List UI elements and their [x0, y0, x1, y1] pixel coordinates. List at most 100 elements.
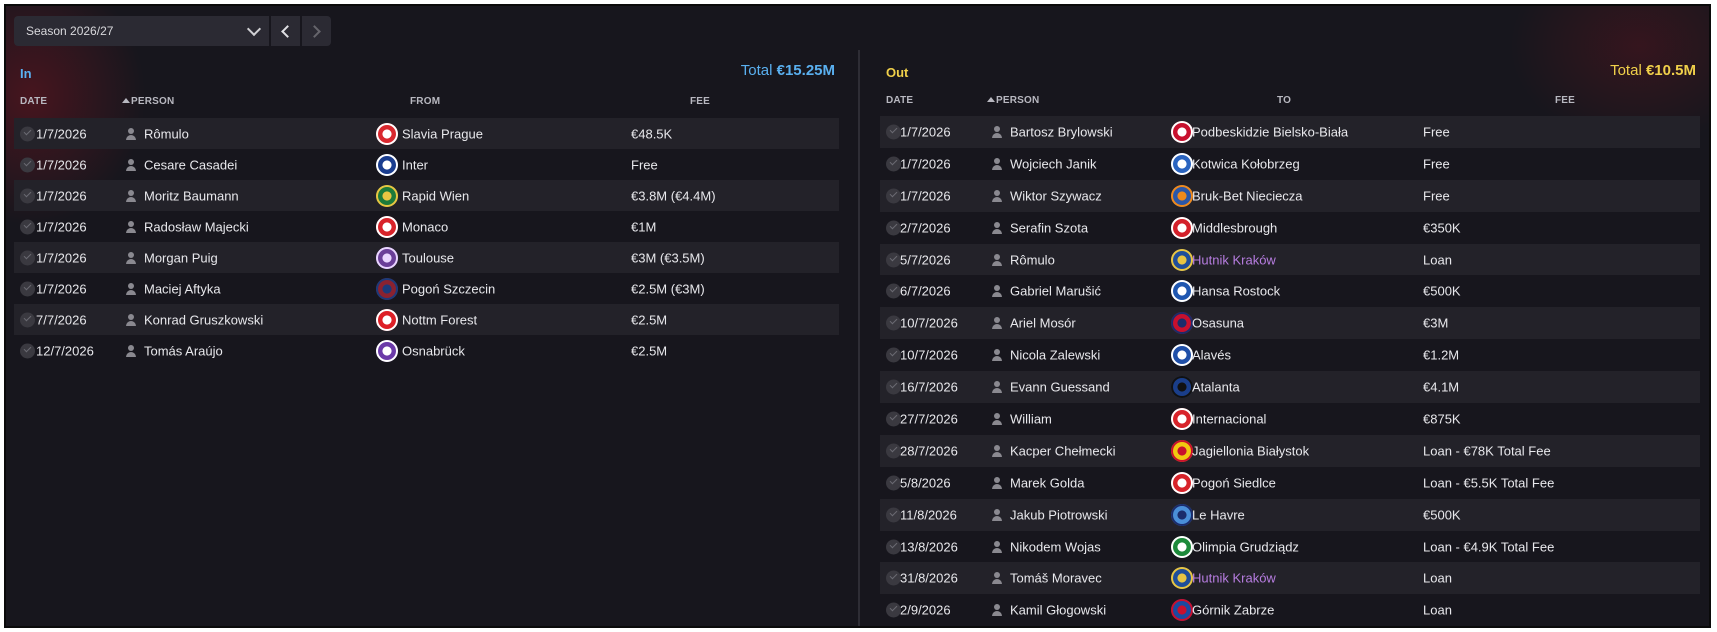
club-name-link[interactable]: Osnabrück: [402, 343, 465, 358]
table-row[interactable]: 13/8/2026 Nikodem Wojas Olimpia Grudziądz L…: [880, 531, 1700, 563]
club-name-link[interactable]: Olimpia Grudziądz: [1192, 539, 1299, 554]
table-row[interactable]: 12/7/2026 Tomás Araújo Osnabrück €2.5M: [14, 335, 839, 366]
checkmark-icon: [20, 188, 35, 203]
total-label: Total: [740, 62, 773, 79]
club-name-link[interactable]: Inter: [402, 157, 428, 172]
player-name-link[interactable]: Serafin Szota: [1010, 220, 1088, 235]
player-name-link[interactable]: Ariel Mosór: [1010, 316, 1076, 331]
player-name-link[interactable]: Nikodem Wojas: [1010, 539, 1101, 554]
table-row[interactable]: 1/7/2026 Bartosz Brylowski Podbeskidzie Bi…: [880, 116, 1700, 148]
player-name-link[interactable]: Jakub Piotrowski: [1010, 507, 1108, 522]
player-name-link[interactable]: Maciej Aftyka: [144, 281, 221, 296]
player-name-link[interactable]: Kamil Głogowski: [1010, 603, 1106, 618]
season-dropdown[interactable]: Season 2026/27: [14, 16, 269, 46]
checkmark-icon: [886, 220, 901, 236]
column-header-date[interactable]: DATE: [886, 95, 913, 106]
checkmark-icon: [886, 475, 901, 491]
club-name-link[interactable]: Toulouse: [402, 250, 454, 265]
club-name-link[interactable]: Slavia Prague: [402, 126, 483, 141]
column-header-person[interactable]: PERSON: [987, 95, 1039, 106]
club-crest-icon: [1171, 248, 1193, 271]
total-label: Total: [1610, 62, 1642, 79]
club-name-link[interactable]: Le Havre: [1192, 507, 1245, 522]
club-name-link[interactable]: Hansa Rostock: [1192, 284, 1280, 299]
player-name-link[interactable]: Cesare Casadei: [144, 157, 237, 172]
transfer-date: 11/8/2026: [900, 507, 957, 523]
total-out: Total €10.5M: [1610, 62, 1696, 79]
club-name-link[interactable]: Pogoń Szczecin: [402, 281, 495, 296]
person-icon: [125, 313, 137, 326]
table-row[interactable]: 28/7/2026 Kacper Chełmecki Jagiellonia Bia…: [880, 434, 1700, 467]
next-season-button[interactable]: [302, 16, 331, 46]
club-name-link[interactable]: Osasuna: [1192, 316, 1244, 331]
table-row[interactable]: 2/9/2026 Kamil Głogowski Górnik Zabrze Loan: [880, 594, 1700, 626]
table-row[interactable]: 6/7/2026 Gabriel Marušić Hansa Rostock €500…: [880, 275, 1700, 307]
table-row[interactable]: 11/8/2026 Jakub Piotrowski Le Havre €500K: [880, 498, 1700, 531]
player-name-link[interactable]: Rômulo: [1010, 252, 1055, 267]
column-header-fee[interactable]: FEE: [690, 96, 710, 107]
panel-title-in: In: [20, 66, 32, 81]
column-header-to[interactable]: TO: [1277, 95, 1291, 106]
table-row[interactable]: 31/8/2026 Tomáš Moravec Hutnik Kraków Loan: [880, 562, 1700, 595]
player-name-link[interactable]: William: [1010, 411, 1052, 426]
club-name-link[interactable]: Górnik Zabrze: [1192, 603, 1274, 618]
club-name-link[interactable]: Pogoń Siedlce: [1192, 475, 1276, 490]
player-name-link[interactable]: Wiktor Szywacz: [1010, 188, 1102, 203]
player-name-link[interactable]: Evann Guessand: [1010, 380, 1110, 395]
club-name-link[interactable]: Atalanta: [1192, 380, 1240, 395]
player-name-link[interactable]: Marek Golda: [1010, 475, 1084, 490]
player-name-link[interactable]: Moritz Baumann: [144, 188, 239, 203]
table-row[interactable]: 5/7/2026 Rômulo Hutnik Kraków Loan: [880, 243, 1700, 276]
column-headers: DATE PERSON FROM FEE: [14, 96, 839, 112]
club-name-link[interactable]: Kotwica Kołobrzeg: [1192, 156, 1300, 171]
club-crest-icon: [376, 308, 398, 331]
player-name-link[interactable]: Tomás Araújo: [144, 343, 223, 358]
player-name-link[interactable]: Rômulo: [144, 126, 189, 141]
player-name-link[interactable]: Tomáš Moravec: [1010, 571, 1102, 586]
player-name-link[interactable]: Bartosz Brylowski: [1010, 124, 1113, 139]
table-row[interactable]: 1/7/2026 Morgan Puig Toulouse €3M (€3.5M): [14, 242, 839, 273]
column-header-person-label: PERSON: [996, 95, 1040, 106]
club-name-link[interactable]: Middlesbrough: [1192, 220, 1277, 235]
table-row[interactable]: 1/7/2026 Moritz Baumann Rapid Wien €3.8M (€…: [14, 180, 839, 211]
club-name-link[interactable]: Hutnik Kraków: [1192, 571, 1276, 586]
table-row[interactable]: 10/7/2026 Ariel Mosór Osasuna €3M: [880, 307, 1700, 340]
player-name-link[interactable]: Morgan Puig: [144, 250, 218, 265]
player-name-link[interactable]: Gabriel Marušić: [1010, 284, 1101, 299]
player-name-link[interactable]: Wojciech Janik: [1010, 156, 1096, 171]
player-name-link[interactable]: Radosław Majecki: [144, 219, 249, 234]
column-header-from[interactable]: FROM: [410, 96, 440, 107]
column-header-person[interactable]: PERSON: [122, 96, 174, 107]
table-row[interactable]: 1/7/2026 Cesare Casadei Inter Free: [14, 149, 839, 180]
table-row[interactable]: 7/7/2026 Konrad Gruszkowski Nottm Forest €2…: [14, 304, 839, 335]
club-name-link[interactable]: Monaco: [402, 219, 448, 234]
table-row[interactable]: 5/8/2026 Marek Golda Pogoń Siedlce Loan - €…: [880, 467, 1700, 499]
checkmark-icon: [886, 570, 901, 586]
table-row[interactable]: 10/7/2026 Nicola Zalewski Alavés €1.2M: [880, 339, 1700, 371]
table-row[interactable]: 27/7/2026 William Internacional €875K: [880, 403, 1700, 435]
club-name-link[interactable]: Bruk-Bet Nieciecza: [1192, 188, 1303, 203]
club-name-link[interactable]: Podbeskidzie Bielsko-Biała: [1192, 124, 1348, 139]
club-crest-icon: [1171, 152, 1193, 175]
table-row[interactable]: 1/7/2026 Wiktor Szywacz Bruk-Bet Nieciecza…: [880, 179, 1700, 212]
table-row[interactable]: 2/7/2026 Serafin Szota Middlesbrough €350K: [880, 212, 1700, 244]
club-name-link[interactable]: Jagiellonia Białystok: [1192, 443, 1309, 458]
table-row[interactable]: 1/7/2026 Maciej Aftyka Pogoń Szczecin €2.5M…: [14, 273, 839, 304]
table-row[interactable]: 16/7/2026 Evann Guessand Atalanta €4.1M: [880, 371, 1700, 404]
previous-season-button[interactable]: [271, 16, 300, 46]
club-name-link[interactable]: Rapid Wien: [402, 188, 469, 203]
club-crest-icon: [376, 153, 398, 176]
club-name-link[interactable]: Internacional: [1192, 411, 1266, 426]
table-row[interactable]: 1/7/2026 Rômulo Slavia Prague €48.5K: [14, 118, 839, 149]
player-name-link[interactable]: Konrad Gruszkowski: [144, 312, 263, 327]
table-row[interactable]: 1/7/2026 Wojciech Janik Kotwica Kołobrzeg F…: [880, 148, 1700, 180]
column-header-fee[interactable]: FEE: [1555, 95, 1575, 106]
club-crest-icon: [1171, 599, 1193, 622]
player-name-link[interactable]: Kacper Chełmecki: [1010, 443, 1116, 458]
table-row[interactable]: 1/7/2026 Radosław Majecki Monaco €1M: [14, 211, 839, 242]
club-name-link[interactable]: Alavés: [1192, 348, 1231, 363]
club-name-link[interactable]: Nottm Forest: [402, 312, 477, 327]
club-name-link[interactable]: Hutnik Kraków: [1192, 252, 1276, 267]
player-name-link[interactable]: Nicola Zalewski: [1010, 348, 1100, 363]
column-header-date[interactable]: DATE: [20, 96, 47, 107]
